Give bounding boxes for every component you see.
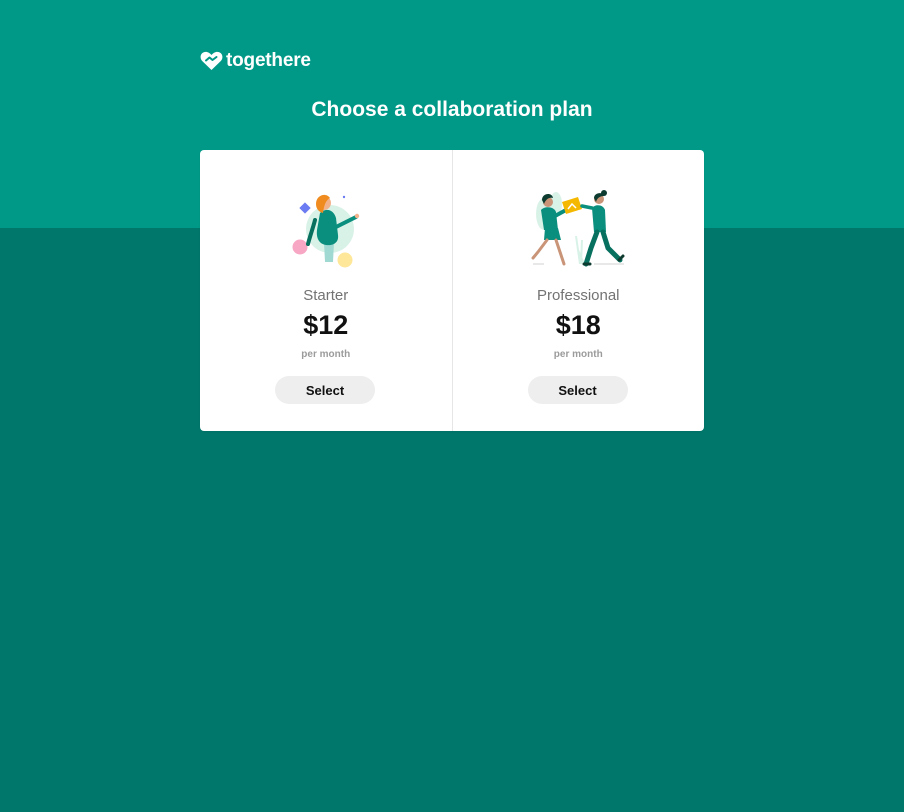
page-title: Choose a collaboration plan [311,98,593,121]
plan-card-starter: Starter $12 per month Select [200,150,452,431]
plan-name: Professional [536,287,620,304]
plan-price: $12 [303,310,349,340]
plan-period: per month [301,349,351,360]
brand-logo[interactable]: togethere [200,50,311,72]
heart-handshake-icon [200,51,223,71]
plan-price: $18 [555,310,601,340]
select-professional-button[interactable]: Select [527,376,628,404]
two-people-collaborating-illustration [453,180,705,272]
select-starter-button[interactable]: Select [275,376,375,404]
person-with-shapes-illustration [200,180,452,272]
plan-period: per month [553,349,603,360]
brand-name: togethere [226,50,311,71]
plans-container: Starter $12 per month Select Professiona… [200,150,704,431]
plan-name: Starter [303,287,349,304]
plan-card-professional: Professional $18 per month Select [451,150,705,431]
